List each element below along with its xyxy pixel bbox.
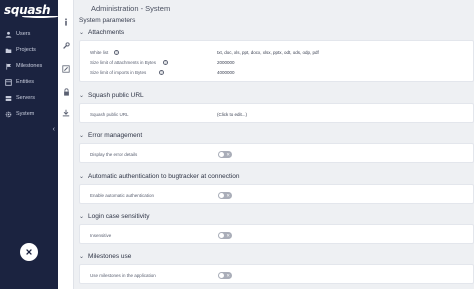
sidebar-item-label: Users [16,31,31,37]
size-limit-attachments-row: Size limit of attachments in Bytes ? 200… [80,57,473,67]
size-limit-imports-label: Size limit of imports in Bytes [90,69,147,75]
edit-icon[interactable] [61,64,71,74]
squash-logo[interactable]: squash [4,3,58,19]
size-limit-attachments-label: Size limit of attachments in Bytes [90,59,157,65]
sidebar-item-system[interactable]: System [0,106,58,122]
toggle-off-icon: ✕ [226,192,230,198]
squash-url-label: Squash public URL [90,111,129,117]
chevron-down-icon: ⌄ [79,254,85,260]
lock-icon[interactable] [61,87,71,97]
close-button[interactable] [20,243,38,261]
sidebar-item-servers[interactable]: Servers [0,90,58,106]
main-content: Administration - System System parameter… [74,0,474,289]
squash-url-card: Squash public URL (Click to edit...) [79,103,474,123]
milestones-toggle[interactable]: ✕ [218,271,232,279]
white-list-row: White list ? txt, doc, xls, ppt, docx, x… [80,47,473,57]
sidebar-nav: Users Projects Milestones Entities Serve… [0,26,58,122]
error-management-card: Display the error details ✕ [79,143,474,163]
main-sidebar: squash Users Projects Milestones Entitie… [0,0,58,289]
toggle-knob [219,151,224,157]
white-list-label: White list [90,49,109,55]
toggle-off-icon: ✕ [226,272,230,278]
users-icon [5,31,12,38]
download-icon[interactable] [61,108,71,118]
section-header-auto-auth[interactable]: ⌄ Automatic authentication to bugtracker… [79,173,239,180]
size-limit-imports-row: Size limit of imports in Bytes ? 4000000 [80,67,473,77]
sidebar-item-users[interactable]: Users [0,26,58,42]
toggle-knob [219,272,224,278]
toggle-off-icon: ✕ [226,151,230,157]
section-title: Milestones use [88,253,132,260]
milestones-card: Use milestones in the application ✕ [79,264,474,284]
chevron-down-icon: ⌄ [79,214,85,220]
entities-icon [5,78,12,86]
display-error-toggle[interactable]: ✕ [218,150,232,158]
sidebar-item-label: Projects [16,47,36,53]
display-error-label: Display the error details [90,151,138,157]
page-subtitle: System parameters [79,17,136,24]
insensitive-label: Insensitive [90,232,112,238]
servers-icon [5,95,12,102]
auto-auth-label: Enable automatic authentication [90,192,155,198]
size-limit-imports-value[interactable]: 4000000 [217,70,235,75]
section-title: Squash public URL [88,92,144,99]
chevron-down-icon: ⌄ [79,93,85,99]
chevron-down-icon: ⌄ [79,174,85,180]
wrench-icon[interactable] [61,41,71,51]
attachments-card: White list ? txt, doc, xls, ppt, docx, x… [79,40,474,82]
gear-icon [5,111,12,118]
logo-swoosh [22,15,58,18]
size-limit-attachments-value[interactable]: 2000000 [217,60,235,65]
section-title: Attachments [88,29,125,36]
sidebar-item-label: System [16,111,35,117]
section-title: Automatic authentication to bugtracker a… [88,173,240,180]
sidebar-item-milestones[interactable]: Milestones [0,58,58,74]
sidebar-item-projects[interactable]: Projects [0,42,58,58]
section-header-attachments[interactable]: ⌄ Attachments [79,29,124,36]
milestones-row: Use milestones in the application ✕ [80,270,473,280]
help-icon[interactable]: ? [159,69,164,75]
section-title: Login case sensitivity [88,213,150,220]
help-icon[interactable]: ? [163,59,168,65]
page-title: Administration - System [91,4,171,13]
auto-auth-row: Enable automatic authentication ✕ [80,190,473,200]
display-error-row: Display the error details ✕ [80,149,473,159]
section-header-squash-url[interactable]: ⌄ Squash public URL [79,92,144,99]
flag-icon [5,63,12,70]
help-icon[interactable]: ? [114,49,119,55]
chevron-down-icon: ⌄ [79,30,85,36]
sidebar-item-label: Servers [16,95,35,101]
secondary-icon-strip [58,0,74,289]
collapse-sidebar-icon[interactable]: ‹ [53,126,55,133]
toggle-knob [219,232,224,238]
toggle-off-icon: ✕ [226,232,230,238]
sidebar-item-entities[interactable]: Entities [0,74,58,90]
info-icon[interactable] [61,17,71,27]
sidebar-item-label: Milestones [16,63,43,69]
section-title: Error management [88,132,143,139]
chevron-down-icon: ⌄ [79,133,85,139]
squash-url-row: Squash public URL (Click to edit...) [80,109,473,119]
section-header-milestones[interactable]: ⌄ Milestones use [79,253,131,260]
insensitive-toggle[interactable]: ✕ [218,231,232,239]
squash-url-field[interactable]: (Click to edit...) [217,112,247,117]
section-header-error-management[interactable]: ⌄ Error management [79,132,142,139]
folder-icon [5,47,12,54]
milestones-label: Use milestones in the application [90,272,156,278]
login-case-card: Insensitive ✕ [79,224,474,244]
white-list-value[interactable]: txt, doc, xls, ppt, docx, xlsx, pptx, od… [217,50,319,55]
close-icon [26,249,32,255]
sidebar-item-label: Entities [16,79,35,85]
auto-auth-card: Enable automatic authentication ✕ [79,184,474,204]
auto-auth-toggle[interactable]: ✕ [218,191,232,199]
insensitive-row: Insensitive ✕ [80,230,473,240]
section-header-login-case[interactable]: ⌄ Login case sensitivity [79,213,149,220]
toggle-knob [219,192,224,198]
